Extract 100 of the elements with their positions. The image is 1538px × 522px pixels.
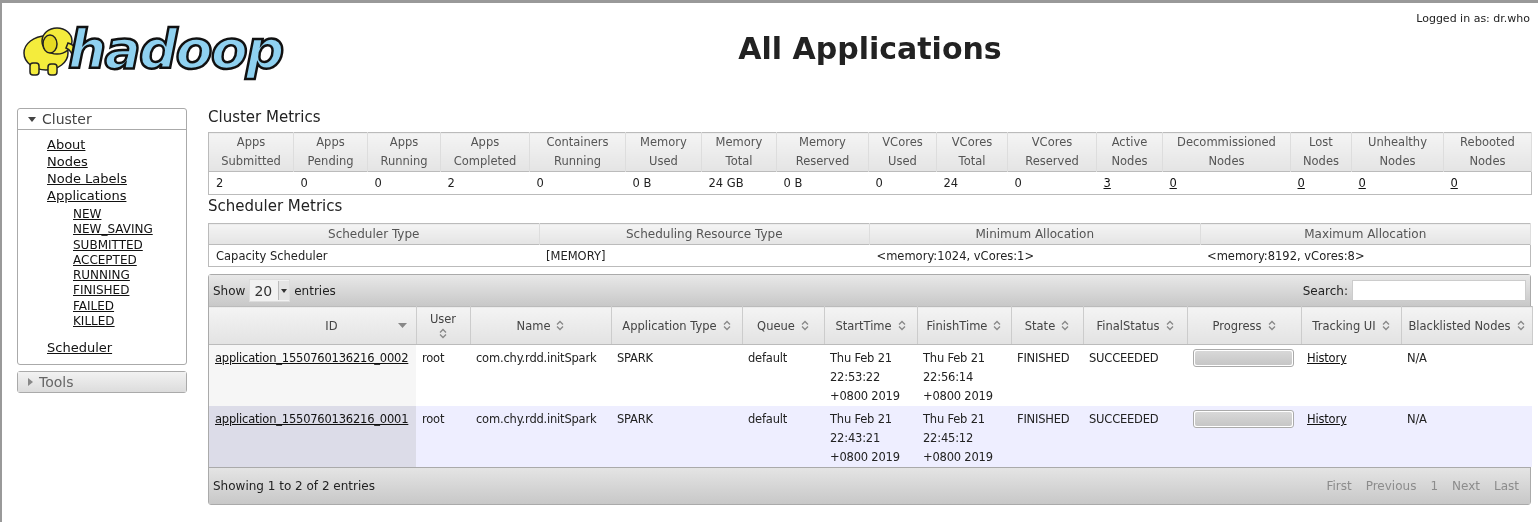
column-header: Rebooted Nodes [1460,134,1515,170]
history-link[interactable]: History [1307,351,1347,365]
sort-icon[interactable] [1381,320,1390,331]
table-cell: SPARK [611,406,742,467]
column-header: Scheduling Resource Type [539,223,870,245]
column-header: Active Nodes [1111,134,1148,170]
column-header: Apps Pending [307,134,354,170]
table-cell: SPARK [611,344,742,406]
search-field[interactable] [1352,280,1526,301]
table-cell: Thu Feb 21 22:53:22 +0800 2019 [824,344,917,406]
sidebar-sublink[interactable]: FINISHED [73,283,186,299]
table-cell: Capacity Scheduler [208,244,539,267]
logo-wordmark: hadoop [68,23,283,77]
sidebar-link[interactable]: Applications [47,187,186,204]
sidebar-sublink[interactable]: NEW_SAVING [73,222,186,238]
triangle-right-icon [28,378,33,387]
column-header: State [1024,318,1056,333]
column-header: Application Type [622,318,717,333]
table-cell: 24 GB [701,171,777,195]
sort-icon[interactable] [1516,320,1525,331]
entries-label: entries [294,283,336,298]
metric-link[interactable]: 3 [1103,175,1111,190]
table-cell: <memory:1024, vCores:1> [869,244,1200,267]
page-size-select[interactable]: 20 [249,279,291,302]
column-header: VCores Reserved [1025,134,1079,170]
column-header: User [429,312,457,326]
column-header: Name [516,318,551,333]
sort-icon[interactable] [897,320,906,331]
column-header: Apps Submitted [221,134,281,170]
table-cell: [MEMORY] [539,244,870,267]
sort-descending-icon[interactable] [397,322,407,329]
table-cell: com.chy.rdd.initSpark [470,406,611,467]
column-header: Scheduler Type [208,223,539,245]
section-title: Scheduler Metrics [208,197,344,215]
table-cell: 0 B [625,171,702,195]
table-cell: Thu Feb 21 22:45:12 +0800 2019 [917,406,1011,467]
sort-icon[interactable] [1165,320,1174,331]
sidebar-sublink[interactable]: FAILED [73,298,186,315]
column-header: Decommissioned Nodes [1177,134,1276,170]
panel-header[interactable]: Tools [18,372,186,393]
table-cell: default [742,344,824,406]
sidebar-link[interactable]: Nodes [47,153,186,170]
sort-icon[interactable] [1061,320,1070,331]
sort-icon[interactable] [556,320,565,331]
table-cell: 2 [208,171,294,195]
sidebar-link[interactable]: Scheduler [47,339,186,357]
table-cell: default [742,406,824,467]
search-label: Search: [1302,283,1348,298]
column-header: Memory Total [715,134,763,170]
panel-header[interactable]: Cluster [18,109,186,130]
table-cell: SUCCEEDED [1083,344,1187,406]
caret-icon [281,288,288,293]
column-header: Containers Running [546,134,609,170]
column-header: Apps Completed [453,134,517,170]
metric-link[interactable]: 0 [1297,175,1305,190]
table-cell: 0 [1007,171,1097,195]
column-header: Memory Used [640,134,687,170]
table-cell: 2 [440,171,530,195]
table-cell: <memory:8192, vCores:8> [1200,244,1531,267]
sort-icon[interactable] [722,320,731,331]
page-title: All Applications [738,31,1002,66]
section-title: Cluster Metrics [208,108,322,126]
sidebar-sublink[interactable]: RUNNING [73,268,186,284]
table-cell: Thu Feb 21 22:56:14 +0800 2019 [917,344,1011,406]
table-cell: N/A [1401,406,1532,467]
entries-info: Showing 1 to 2 of 2 entries [213,479,375,493]
table-cell: 0 [293,171,368,195]
sidebar-sublink[interactable]: KILLED [73,314,186,330]
column-header: Lost Nodes [1303,134,1339,170]
table-cell: root [416,406,470,467]
metric-link[interactable]: 0 [1169,175,1177,190]
table-cell: root [416,344,470,406]
triangle-down-icon [28,116,36,122]
table-cell: FINISHED [1011,344,1083,406]
sidebar-link[interactable]: Node Labels [47,170,186,187]
column-header: FinalStatus [1096,318,1160,333]
sidebar-link[interactable]: About [47,136,186,153]
column-header: Progress [1212,318,1262,333]
sidebar-sublink[interactable]: ACCEPTED [73,252,186,269]
table-cell: com.chy.rdd.initSpark [470,344,611,406]
sort-icon[interactable] [993,320,1002,331]
sort-icon[interactable] [800,320,809,331]
history-link[interactable]: History [1307,412,1347,426]
show-label: Show [213,283,246,298]
table-cell: N/A [1401,344,1532,406]
column-header: Tracking UI [1312,318,1376,333]
sort-icon[interactable] [439,328,447,339]
metric-link[interactable]: 0 [1450,175,1458,190]
sort-icon[interactable] [1267,320,1276,331]
column-header: ID [325,318,338,333]
table-cell: 24 [936,171,1008,195]
column-header: Apps Running [380,134,428,170]
table-cell: 0 [367,171,441,195]
column-header: Memory Reserved [795,134,850,170]
table-cell: FINISHED [1011,406,1083,467]
table-cell: 0 [868,171,937,195]
sidebar-sublink[interactable]: NEW [73,207,186,223]
sidebar-sublink[interactable]: SUBMITTED [73,237,186,253]
table-cell: 0 B [776,171,869,195]
metric-link[interactable]: 0 [1358,175,1366,190]
